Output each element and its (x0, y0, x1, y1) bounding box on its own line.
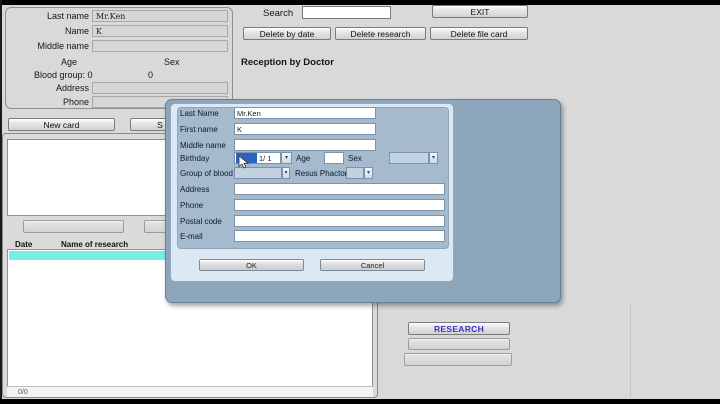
sex-dropdown-button[interactable] (429, 152, 438, 164)
patient-summary-panel: Last name Mr.Ken Name K Middle name Age … (5, 7, 233, 109)
name-label: Name (64, 26, 89, 36)
middle-name-value[interactable] (92, 40, 228, 52)
delete-research-button[interactable]: Delete research (335, 27, 426, 40)
phone-label: Phone (62, 97, 89, 107)
dlg-postal-label: Postal code (180, 217, 222, 226)
delete-file-card-button[interactable]: Delete file card (430, 27, 528, 40)
dlg-blood-label: Group of blood (180, 169, 233, 178)
blood-group-dropdown-button[interactable] (282, 167, 290, 179)
dlg-sex-label: Sex (348, 154, 362, 163)
research-button[interactable]: RESEARCH (408, 322, 510, 335)
section-title: Reception by Doctor (241, 57, 334, 68)
blood-group-value: 0 (148, 70, 154, 80)
dlg-middle-name-input[interactable] (234, 139, 376, 151)
dlg-first-name-input[interactable] (234, 123, 376, 135)
search-label: Search (263, 8, 294, 19)
disabled-action-button-1 (23, 220, 124, 233)
date-rest-text[interactable]: 1/ 1 (259, 154, 272, 163)
patient-card-dialog: OK Cancel Last Name First name Middle na… (165, 99, 561, 303)
letterbox-bottom (0, 399, 720, 404)
dlg-resus-label: Resus Phactor (295, 169, 348, 178)
dlg-first-name-label: First name (180, 125, 218, 134)
new-card-button[interactable]: New card (8, 118, 115, 131)
name-value[interactable]: K (92, 25, 228, 37)
exit-button[interactable]: EXIT (432, 5, 528, 18)
middle-name-label: Middle name (37, 41, 89, 51)
age-label: Age (61, 57, 78, 67)
sex-label: Sex (164, 57, 180, 67)
address-label: Address (55, 83, 89, 93)
disabled-research-button-2 (404, 353, 512, 366)
ok-button[interactable]: OK (199, 259, 304, 271)
dlg-postal-input[interactable] (234, 215, 445, 227)
dlg-birthday-label: Birthday (180, 154, 210, 163)
last-name-label: Last name (46, 11, 89, 21)
dlg-email-label: E-mail (180, 232, 203, 241)
panel-divider (630, 305, 631, 398)
dlg-address-label: Address (180, 185, 210, 194)
delete-by-date-button[interactable]: Delete by date (243, 27, 331, 40)
dlg-middle-name-label: Middle name (180, 141, 226, 150)
blood-group-label: Blood group: 0 (34, 70, 93, 80)
disabled-research-button-1 (408, 338, 510, 350)
dlg-last-name-label: Last Name (180, 109, 219, 118)
letterbox-top (0, 0, 720, 5)
search-input[interactable] (302, 6, 391, 19)
dlg-age-input[interactable] (324, 152, 344, 164)
column-header-date[interactable]: Date (15, 240, 32, 249)
dlg-age-label: Age (296, 154, 311, 163)
birthday-dropdown-button[interactable] (281, 152, 292, 164)
record-counter: 0/0 (18, 388, 28, 396)
sex-dropdown[interactable] (389, 152, 429, 164)
dlg-phone-input[interactable] (234, 199, 445, 211)
resus-dropdown-button[interactable] (364, 167, 373, 179)
dlg-address-input[interactable] (234, 183, 445, 195)
list-status-bar: 0/0 (7, 386, 373, 397)
address-value[interactable] (92, 82, 228, 94)
last-name-value[interactable]: Mr.Ken (92, 10, 228, 22)
mouse-cursor-icon (238, 155, 250, 169)
dlg-phone-label: Phone (180, 201, 204, 210)
resus-dropdown[interactable] (346, 167, 364, 179)
column-header-name-of-research[interactable]: Name of research (61, 240, 128, 249)
dlg-last-name-input[interactable] (234, 107, 376, 119)
dlg-email-input[interactable] (234, 230, 445, 242)
cancel-button[interactable]: Cancel (320, 259, 425, 271)
